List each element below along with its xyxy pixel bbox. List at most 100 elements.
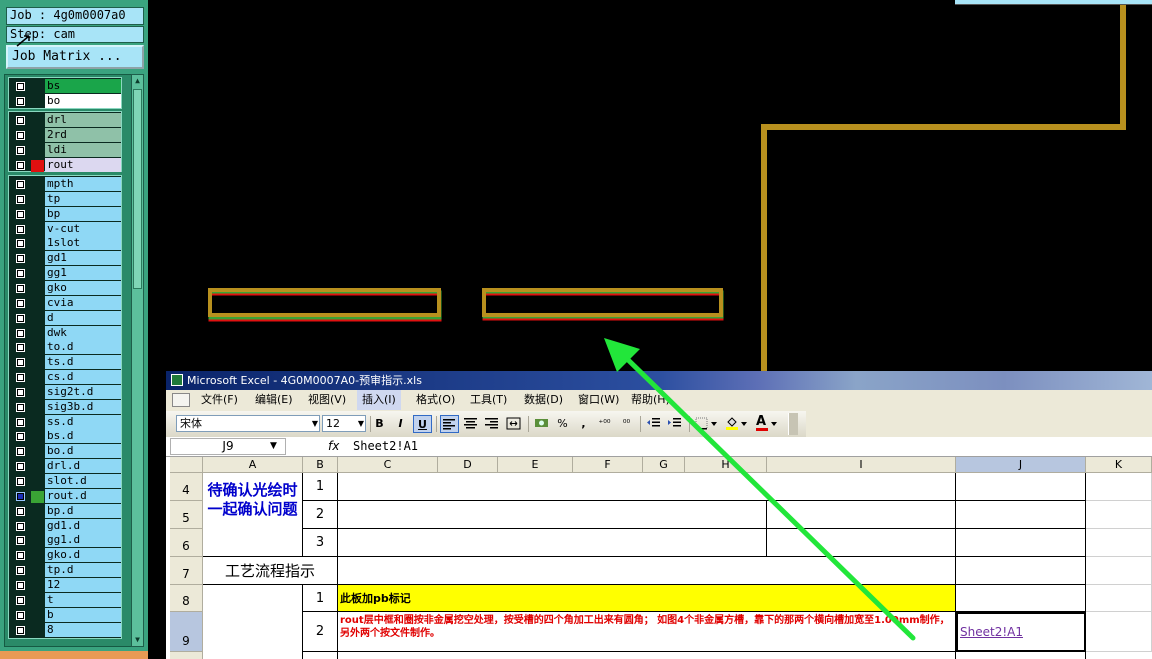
- layer-checkbox[interactable]: [16, 521, 25, 531]
- layer-checkbox[interactable]: [16, 610, 25, 620]
- job-matrix-button[interactable]: Job Matrix ...: [6, 45, 144, 69]
- layer-name[interactable]: 2rd: [45, 127, 121, 142]
- cell-b5[interactable]: 2: [303, 501, 338, 529]
- layer-name[interactable]: bp: [45, 206, 121, 221]
- layer-row-gg1.d[interactable]: gg1.d: [9, 533, 121, 548]
- cell-c9[interactable]: rout层中框和圈按非金属挖空处理，按受槽的四个角加工出来有圆角； 如图4个非金…: [338, 612, 956, 652]
- layer-row-rout.d[interactable]: rout.d: [9, 488, 121, 504]
- menu-format[interactable]: 格式(O): [411, 390, 460, 410]
- layer-row-sig2t.d[interactable]: sig2t.d: [9, 384, 121, 400]
- layer-name[interactable]: dwk: [45, 325, 121, 340]
- layer-row-8[interactable]: 8: [9, 622, 121, 638]
- cell-k5[interactable]: [1086, 501, 1152, 529]
- layer-row-d[interactable]: d: [9, 310, 121, 326]
- layer-checkbox[interactable]: [16, 551, 25, 561]
- column-header-f[interactable]: F: [573, 457, 643, 473]
- layer-name[interactable]: v-cut: [45, 221, 121, 236]
- layer-name[interactable]: tp: [45, 191, 121, 206]
- currency-button[interactable]: [532, 415, 551, 433]
- workbook-icon[interactable]: [172, 393, 190, 407]
- layer-row-slot.d[interactable]: slot.d: [9, 474, 121, 489]
- layer-row-ss.d[interactable]: ss.d: [9, 414, 121, 430]
- row-header-8[interactable]: 8: [170, 585, 203, 612]
- layer-row-mpth[interactable]: mpth: [9, 177, 121, 192]
- column-header-h[interactable]: H: [685, 457, 767, 473]
- layer-name[interactable]: cvia: [45, 295, 121, 310]
- layer-row-v-cut[interactable]: v-cut: [9, 221, 121, 237]
- scroll-up-icon[interactable]: ▲: [133, 76, 142, 86]
- layer-name[interactable]: t: [45, 592, 121, 607]
- layer-row-gg1[interactable]: gg1: [9, 266, 121, 281]
- cell-j8[interactable]: [956, 585, 1086, 612]
- layer-name[interactable]: sig3b.d: [45, 399, 121, 414]
- cell-c8[interactable]: 此板加pb标记: [338, 585, 956, 612]
- layer-name[interactable]: mpth: [45, 177, 121, 191]
- layer-name[interactable]: 1slot: [45, 236, 121, 251]
- cell-b6[interactable]: 3: [303, 529, 338, 557]
- align-right-button[interactable]: [482, 415, 501, 433]
- row-header-9[interactable]: 9: [170, 612, 203, 652]
- layer-name[interactable]: ldi: [45, 142, 121, 157]
- layer-row-2rd[interactable]: 2rd: [9, 127, 121, 143]
- layer-checkbox[interactable]: [16, 160, 25, 170]
- cell-k9[interactable]: [1086, 612, 1152, 652]
- cell-j9-hyperlink[interactable]: Sheet2!A1: [956, 612, 1086, 652]
- align-left-button[interactable]: [440, 415, 459, 433]
- cell-a8-merged[interactable]: [203, 585, 303, 659]
- layer-checkbox[interactable]: [16, 239, 25, 249]
- bold-button[interactable]: B: [370, 415, 389, 433]
- name-box[interactable]: J9: [170, 438, 286, 455]
- layer-checkbox[interactable]: [16, 130, 25, 140]
- cell-b8[interactable]: 1: [303, 585, 338, 612]
- cell-k6[interactable]: [1086, 529, 1152, 557]
- layer-checkbox[interactable]: [16, 116, 25, 125]
- column-header-e[interactable]: E: [498, 457, 573, 473]
- layer-row-12[interactable]: 12: [9, 577, 121, 593]
- cell-k7[interactable]: [1086, 557, 1152, 585]
- layer-checkbox[interactable]: [16, 387, 25, 397]
- cell-j4[interactable]: [956, 473, 1086, 501]
- select-all-corner[interactable]: [170, 457, 203, 473]
- cell-a7[interactable]: 工艺流程指示: [203, 557, 338, 585]
- menu-tools[interactable]: 工具(T): [465, 390, 512, 410]
- row-header-5[interactable]: 5: [170, 501, 203, 529]
- column-header-a[interactable]: A: [203, 457, 303, 473]
- decrease-decimal-button[interactable]: ⁰⁰: [617, 415, 636, 433]
- row-header-7[interactable]: 7: [170, 557, 203, 585]
- layer-list-scrollbar[interactable]: ▲ ▼: [131, 74, 144, 647]
- layer-row-bs[interactable]: bs: [9, 79, 121, 94]
- layer-name[interactable]: b: [45, 607, 121, 622]
- layer-name[interactable]: bo.d: [45, 444, 121, 459]
- layer-name[interactable]: gg1: [45, 266, 121, 281]
- layer-name[interactable]: gd1.d: [45, 518, 121, 533]
- layer-checkbox[interactable]: [16, 180, 25, 189]
- cell-j5[interactable]: [956, 501, 1086, 529]
- layer-checkbox[interactable]: [16, 595, 25, 605]
- fill-color-button[interactable]: [723, 415, 751, 433]
- layer-name[interactable]: bp.d: [45, 503, 121, 518]
- cell-i5[interactable]: [767, 501, 956, 529]
- layer-name[interactable]: drl: [45, 113, 121, 127]
- layer-name[interactable]: gd1: [45, 251, 121, 266]
- layer-name[interactable]: d: [45, 310, 121, 325]
- layer-checkbox[interactable]: [16, 402, 25, 412]
- cell-c6[interactable]: [338, 529, 767, 557]
- layer-name[interactable]: gko: [45, 280, 121, 295]
- font-color-button[interactable]: A: [753, 414, 781, 433]
- cell-c7[interactable]: [338, 557, 956, 585]
- layer-row-b[interactable]: b: [9, 607, 121, 623]
- column-header-g[interactable]: G: [643, 457, 685, 473]
- increase-decimal-button[interactable]: ⁺⁰⁰: [595, 415, 614, 433]
- layer-name[interactable]: rout: [45, 157, 121, 172]
- scroll-thumb[interactable]: [133, 89, 142, 289]
- cell-i6[interactable]: [767, 529, 956, 557]
- layer-name[interactable]: drl.d: [45, 459, 121, 474]
- row-header-6[interactable]: 6: [170, 529, 203, 557]
- layer-row-drl[interactable]: drl: [9, 113, 121, 128]
- layer-checkbox[interactable]: [16, 82, 25, 91]
- formula-input[interactable]: Sheet2!A1: [353, 438, 418, 455]
- layer-checkbox[interactable]: [16, 417, 25, 427]
- column-header-c[interactable]: C: [338, 457, 438, 473]
- layer-row-ldi[interactable]: ldi: [9, 142, 121, 158]
- layer-row-tp.d[interactable]: tp.d: [9, 563, 121, 578]
